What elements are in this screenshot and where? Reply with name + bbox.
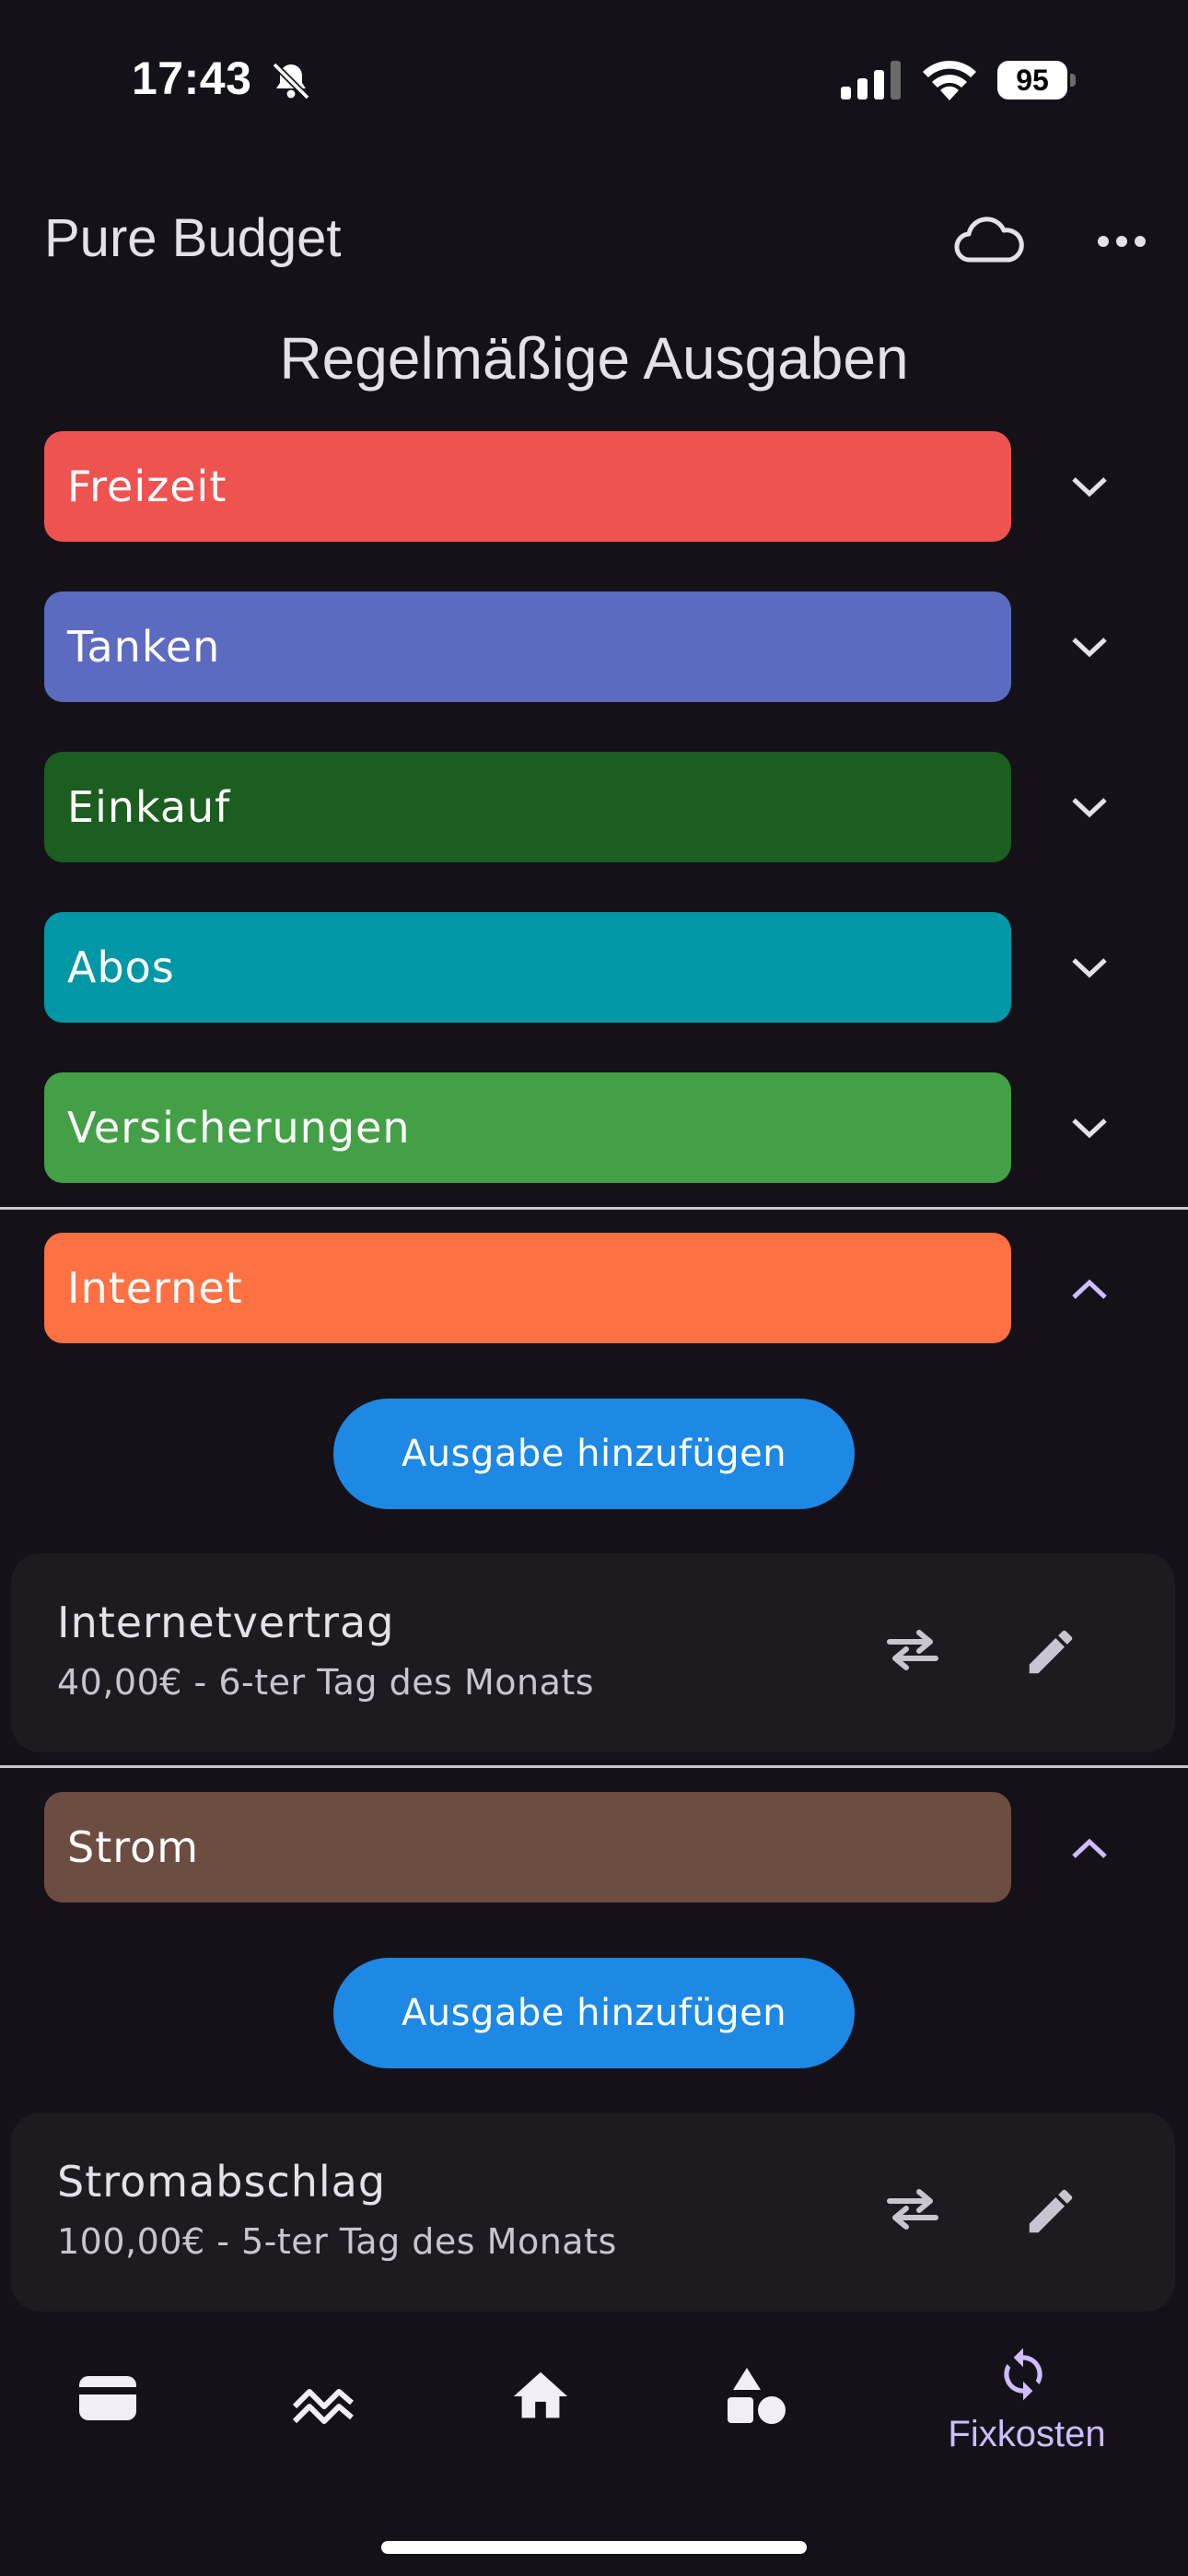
nav-label-fixkosten[interactable]: Fixkosten (912, 2414, 1142, 2455)
category-strom[interactable]: Strom (44, 1792, 1011, 1903)
chevron-down-icon[interactable] (1068, 954, 1111, 982)
categories-icon[interactable] (724, 2364, 788, 2429)
wifi-icon (923, 60, 976, 100)
category-label: Tanken (67, 622, 221, 672)
edit-icon[interactable] (1022, 1623, 1079, 1680)
category-abos[interactable]: Abos (44, 912, 1011, 1023)
expense-title: Internetvertrag (57, 1598, 395, 1647)
expense-subtitle: 40,00€ - 6-ter Tag des Monats (57, 1662, 595, 1703)
repeat-icon[interactable] (995, 2346, 1052, 2403)
category-label: Strom (67, 1822, 200, 1872)
chevron-up-icon[interactable] (1068, 1275, 1111, 1303)
expense-title: Stromabschlag (57, 2157, 387, 2207)
app-title: Pure Budget (44, 208, 342, 268)
chevron-down-icon[interactable] (1068, 634, 1111, 662)
chevron-down-icon[interactable] (1068, 1115, 1111, 1142)
category-label: Freizeit (67, 462, 227, 511)
battery-level: 95 (1016, 64, 1049, 97)
category-freizeit[interactable]: Freizeit (44, 431, 1011, 542)
add-expense-button[interactable]: Ausgabe hinzufügen (333, 1958, 855, 2068)
divider (0, 1765, 1188, 1768)
signal-icon (841, 61, 901, 100)
chevron-down-icon[interactable] (1068, 794, 1111, 822)
more-options-icon[interactable] (1096, 230, 1147, 252)
expense-card-internetvertrag[interactable]: Internetvertrag 40,00€ - 6-ter Tag des M… (11, 1553, 1175, 1752)
category-label: Internet (67, 1263, 243, 1313)
category-versicherungen[interactable]: Versicherungen (44, 1072, 1011, 1183)
home-icon[interactable] (508, 2364, 573, 2429)
section-title: Regelmäßige Ausgaben (279, 325, 909, 392)
category-tanken[interactable]: Tanken (44, 591, 1011, 702)
expense-subtitle: 100,00€ - 5-ter Tag des Monats (57, 2221, 617, 2262)
expense-card-stromabschlag[interactable]: Stromabschlag 100,00€ - 5-ter Tag des Mo… (11, 2113, 1175, 2312)
divider (0, 1207, 1188, 1210)
edit-icon[interactable] (1022, 2183, 1079, 2240)
swap-icon[interactable] (886, 1627, 939, 1673)
add-expense-button[interactable]: Ausgabe hinzufügen (333, 1399, 855, 1509)
home-indicator[interactable] (381, 2541, 807, 2554)
category-label: Versicherungen (67, 1103, 411, 1153)
chevron-up-icon[interactable] (1068, 1834, 1111, 1862)
bell-muted-icon (272, 62, 310, 100)
category-internet[interactable]: Internet (44, 1233, 1011, 1343)
wallet-icon[interactable] (76, 2366, 140, 2430)
chevron-down-icon[interactable] (1068, 474, 1111, 501)
category-label: Abos (67, 943, 175, 992)
swap-icon[interactable] (886, 2186, 939, 2232)
chart-icon[interactable] (291, 2371, 355, 2436)
status-time: 17:43 (132, 53, 252, 104)
category-label: Einkauf (67, 782, 231, 832)
cloud-icon[interactable] (954, 216, 1024, 265)
category-einkauf[interactable]: Einkauf (44, 752, 1011, 862)
battery-indicator: 95 (997, 61, 1077, 100)
